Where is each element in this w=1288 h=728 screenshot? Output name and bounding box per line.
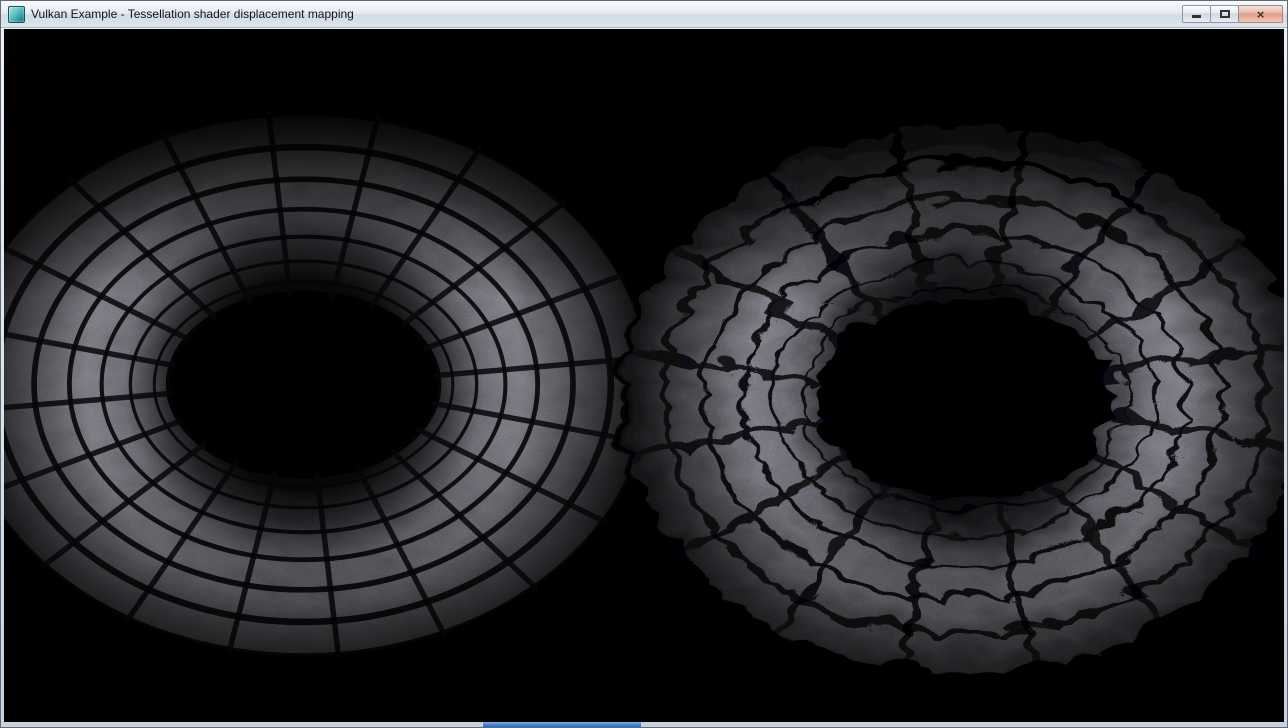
maximize-icon (1220, 10, 1230, 18)
window-title: Vulkan Example - Tessellation shader dis… (31, 7, 354, 21)
app-window: Vulkan Example - Tessellation shader dis… (0, 0, 1288, 728)
window-titlebar[interactable]: Vulkan Example - Tessellation shader dis… (1, 1, 1287, 28)
render-viewport[interactable] (4, 29, 1284, 722)
torus-flat (4, 112, 653, 658)
torus-displaced (615, 117, 1284, 668)
minimize-icon (1192, 15, 1201, 18)
taskbar-peek (483, 722, 641, 727)
maximize-button[interactable] (1210, 5, 1239, 23)
app-icon (8, 6, 25, 23)
close-button[interactable]: × (1238, 5, 1283, 23)
minimize-button[interactable] (1182, 5, 1211, 23)
window-controls: × (1183, 5, 1283, 23)
close-icon: × (1257, 8, 1265, 21)
scene-svg (4, 29, 1284, 722)
torus-displaced-shading (615, 117, 1284, 668)
